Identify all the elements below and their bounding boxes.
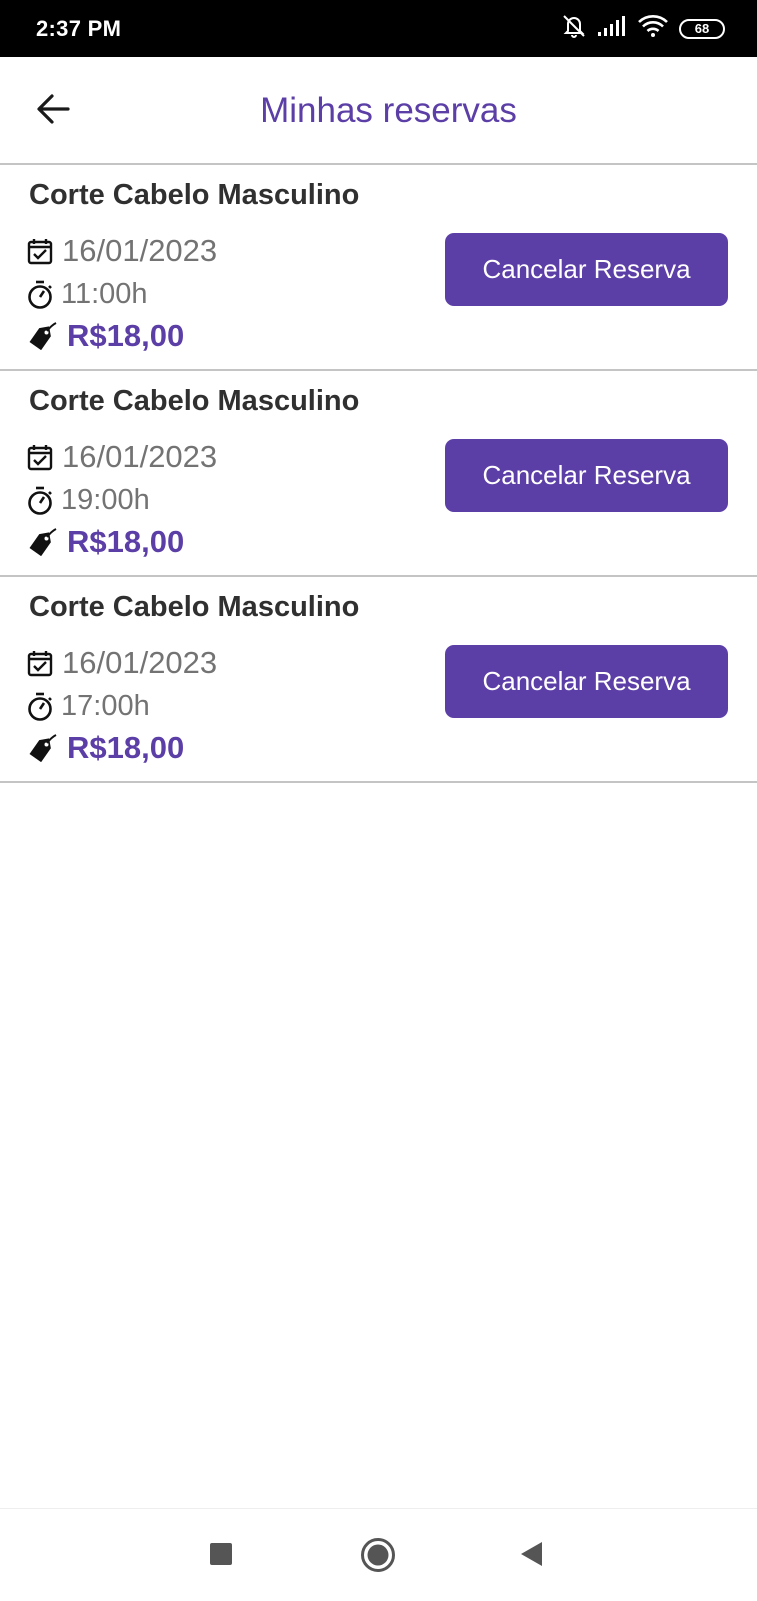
service-name: Corte Cabelo Masculino	[29, 385, 360, 417]
reservation-date: 16/01/2023	[62, 233, 218, 268]
battery-icon: 68	[679, 18, 725, 39]
calendar-check-icon	[27, 239, 53, 265]
stopwatch-icon	[28, 280, 52, 309]
reservation-time: 19:00h	[61, 484, 150, 516]
reservation-item: Corte Cabelo Masculino 16/01/2023 11:00h	[0, 165, 757, 371]
cancel-reservation-button[interactable]: Cancelar Reserva	[445, 439, 728, 512]
cancel-reservation-button[interactable]: Cancelar Reserva	[445, 645, 728, 718]
back-nav-button[interactable]	[518, 1540, 544, 1573]
reservation-date: 16/01/2023	[62, 645, 218, 680]
app-bar: Minhas reservas	[0, 57, 757, 164]
price-row: R$18,00	[27, 524, 184, 560]
service-name: Corte Cabelo Masculino	[29, 591, 360, 623]
price-tag-icon	[29, 734, 57, 762]
recents-square-icon	[210, 1543, 232, 1565]
reservation-price: R$18,00	[67, 524, 185, 559]
signal-icon	[597, 15, 627, 42]
time-row: 19:00h	[27, 484, 150, 517]
stopwatch-icon	[28, 692, 52, 721]
calendar-check-icon	[27, 651, 53, 677]
price-tag-icon	[29, 528, 57, 556]
reservation-time: 17:00h	[61, 690, 150, 722]
battery-level: 68	[694, 21, 710, 36]
price-tag-icon	[29, 322, 57, 350]
stopwatch-icon	[28, 486, 52, 515]
time-row: 17:00h	[27, 690, 150, 723]
wifi-icon	[637, 14, 669, 43]
reservation-list: Corte Cabelo Masculino 16/01/2023 11:00h	[0, 165, 757, 783]
status-icons: 68	[561, 13, 725, 44]
system-nav-bar	[0, 1508, 757, 1601]
date-row: 16/01/2023	[27, 233, 217, 269]
reservation-item: Corte Cabelo Masculino 16/01/2023 19:00h	[0, 371, 757, 577]
calendar-check-icon	[27, 445, 53, 471]
reservation-date: 16/01/2023	[62, 439, 218, 474]
notifications-off-icon	[561, 13, 587, 44]
status-bar: 2:37 PM 68	[0, 0, 757, 57]
recents-button[interactable]	[208, 1541, 234, 1572]
status-time: 2:37 PM	[36, 15, 122, 41]
reservation-price: R$18,00	[67, 318, 185, 353]
price-row: R$18,00	[27, 730, 184, 766]
service-name: Corte Cabelo Masculino	[29, 179, 360, 211]
reservation-price: R$18,00	[67, 730, 185, 765]
back-triangle-icon	[521, 1542, 542, 1566]
date-row: 16/01/2023	[27, 645, 217, 681]
reservation-time: 11:00h	[61, 278, 148, 310]
page-title: Minhas reservas	[260, 91, 517, 130]
time-row: 11:00h	[27, 278, 148, 311]
home-circle-icon	[361, 1538, 395, 1572]
cancel-reservation-button[interactable]: Cancelar Reserva	[445, 233, 728, 306]
date-row: 16/01/2023	[27, 439, 217, 475]
reservation-item: Corte Cabelo Masculino 16/01/2023 17:00h	[0, 577, 757, 783]
price-row: R$18,00	[27, 318, 184, 354]
home-button[interactable]	[360, 1537, 396, 1578]
